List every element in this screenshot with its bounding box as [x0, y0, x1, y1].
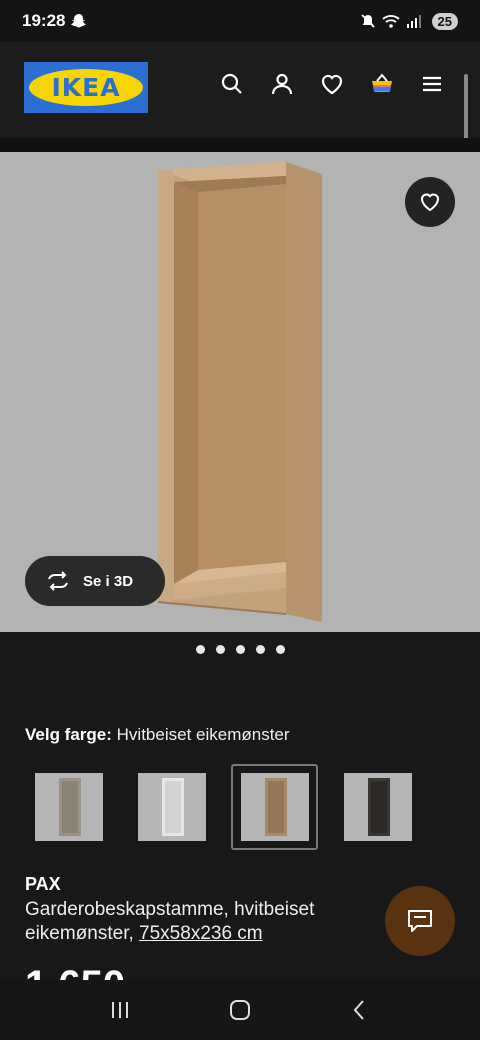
view-3d-button[interactable]: Se i 3D — [25, 556, 165, 606]
header-actions — [220, 72, 444, 96]
swatch-thumbnail — [343, 773, 412, 841]
carousel-dot[interactable] — [255, 645, 265, 654]
search-icon[interactable] — [220, 72, 244, 96]
carousel-dot[interactable] — [275, 645, 285, 654]
mute-icon — [360, 14, 375, 28]
product-image-gallery[interactable]: Se i 3D — [0, 152, 480, 632]
swatch-white-stained-oak[interactable] — [231, 764, 318, 850]
back-icon[interactable] — [348, 998, 372, 1022]
product-description: Garderobeskapstamme, hvitbeiset eikemøns… — [25, 898, 370, 946]
clock: 19:28 — [22, 11, 66, 30]
swatch-thumbnail — [137, 773, 206, 841]
selected-color-name: Hvitbeiset eikemønster — [116, 725, 290, 744]
carousel-dot[interactable] — [235, 645, 245, 654]
profile-icon[interactable] — [270, 72, 294, 96]
recent-apps-icon[interactable] — [108, 998, 132, 1022]
site-header: IKEA — [0, 42, 480, 178]
swatch-grey-oak[interactable] — [25, 764, 112, 850]
snapchat-icon — [71, 14, 87, 28]
battery-indicator: 25 — [431, 12, 458, 30]
home-icon[interactable] — [228, 998, 252, 1022]
heart-icon — [420, 193, 440, 212]
swatch-thumbnail — [34, 773, 103, 841]
product-price: 1 650 — [25, 962, 125, 982]
status-bar: 19:28 25 — [0, 0, 480, 42]
chat-icon — [408, 910, 432, 932]
chat-button[interactable] — [385, 886, 455, 956]
color-selector-label: Velg farge: Hvitbeiset eikemønster — [25, 725, 290, 745]
color-swatches — [25, 764, 421, 850]
shopping-bag-icon[interactable] — [370, 72, 394, 96]
swatch-thumbnail — [240, 773, 309, 841]
system-nav-bar — [0, 980, 480, 1040]
signal-icon — [406, 15, 421, 28]
color-label-prefix: Velg farge: — [25, 725, 112, 744]
favorite-button[interactable] — [405, 177, 455, 227]
view-3d-label: Se i 3D — [83, 572, 134, 590]
heart-icon[interactable] — [320, 72, 344, 96]
rotate-3d-icon — [48, 571, 68, 591]
swatch-white[interactable] — [128, 764, 215, 850]
carousel-dot[interactable] — [195, 645, 205, 654]
header-divider — [0, 138, 480, 152]
carousel-dot[interactable] — [215, 645, 225, 654]
menu-icon[interactable] — [420, 72, 444, 96]
logo-text: IKEA — [29, 69, 143, 106]
ikea-logo[interactable]: IKEA — [24, 62, 148, 113]
swatch-black-brown[interactable] — [334, 764, 421, 850]
carousel-indicator — [0, 645, 480, 654]
product-size-link[interactable]: 75x58x236 cm — [139, 923, 263, 944]
product-name: PAX — [25, 874, 61, 894]
wifi-icon — [381, 15, 400, 28]
